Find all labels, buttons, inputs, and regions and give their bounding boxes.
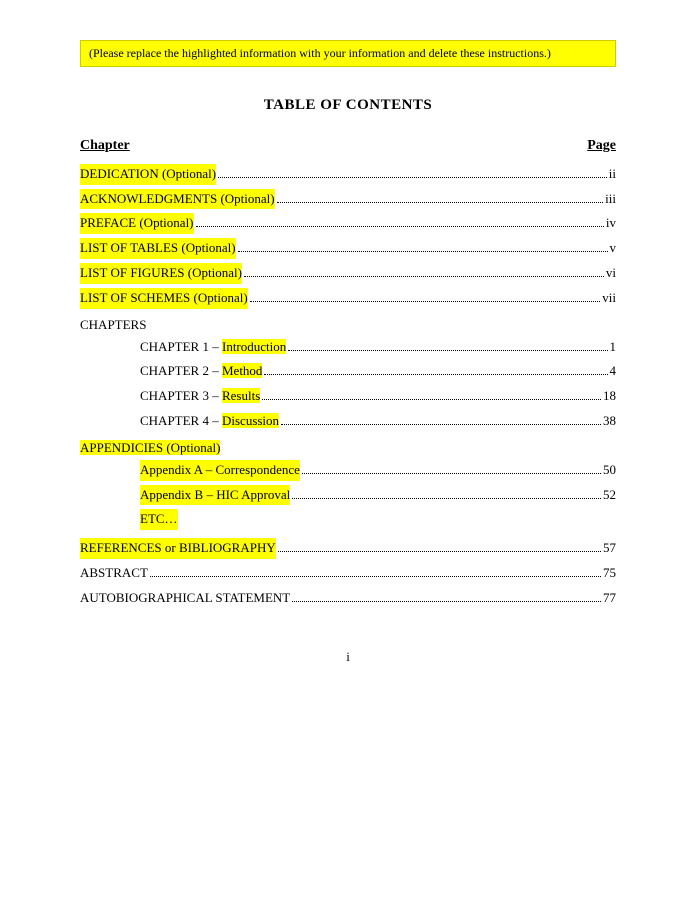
chapter1-highlight: Introduction [222, 339, 286, 354]
dedication-dots [218, 177, 607, 178]
chapter3-highlight: Results [222, 388, 260, 403]
instruction-banner: (Please replace the highlighted informat… [80, 40, 616, 67]
dedication-text: DEDICATION (Optional) [80, 164, 216, 185]
backmatter-section: REFERENCES or BIBLIOGRAPHY 57 ABSTRACT 7… [80, 538, 616, 608]
toc-entry-chapter4: CHAPTER 4 – Discussion 38 [80, 411, 616, 432]
toc-entry-etc: ETC… [80, 509, 616, 530]
chapter3-page: 18 [603, 386, 616, 407]
chapter4-text: CHAPTER 4 – Discussion [140, 411, 279, 432]
chapter2-dots [264, 374, 607, 375]
footer-page-number: i [346, 649, 350, 664]
toc-entry-autobiographical: AUTOBIOGRAPHICAL STATEMENT 77 [80, 588, 616, 609]
acknowledgments-page: iii [605, 189, 616, 210]
references-text: REFERENCES or BIBLIOGRAPHY [80, 538, 276, 559]
appendix-a-dots [302, 473, 601, 474]
appendix-a-text: Appendix A – Correspondence [140, 460, 300, 481]
etc-text: ETC… [140, 509, 178, 530]
list-figures-text: LIST OF FIGURES (Optional) [80, 263, 242, 284]
references-dots [278, 551, 601, 552]
chapter2-text: CHAPTER 2 – Method [140, 361, 262, 382]
toc-entry-list-figures: LIST OF FIGURES (Optional) vi [80, 263, 616, 284]
abstract-text: ABSTRACT [80, 563, 148, 584]
chapter3-text: CHAPTER 3 – Results [140, 386, 260, 407]
toc-entry-list-schemes: LIST OF SCHEMES (Optional) vii [80, 288, 616, 309]
appendix-b-page: 52 [603, 485, 616, 506]
preface-dots [196, 226, 604, 227]
toc-entry-chapter3: CHAPTER 3 – Results 18 [80, 386, 616, 407]
chapter4-highlight: Discussion [222, 413, 279, 428]
chapter2-highlight: Method [222, 363, 262, 378]
autobiographical-dots [292, 601, 601, 602]
frontmatter-section: DEDICATION (Optional) ii ACKNOWLEDGMENTS… [80, 164, 616, 309]
abstract-page: 75 [603, 563, 616, 584]
chapter1-dots [288, 350, 607, 351]
list-tables-page: v [610, 238, 617, 259]
chapters-section: CHAPTERS CHAPTER 1 – Introduction 1 CHAP… [80, 317, 616, 432]
toc-entry-appendix-a: Appendix A – Correspondence 50 [80, 460, 616, 481]
acknowledgments-text: ACKNOWLEDGMENTS (Optional) [80, 189, 275, 210]
appendices-label: APPENDICIES (Optional) [80, 440, 616, 456]
list-tables-dots [238, 251, 608, 252]
page: (Please replace the highlighted informat… [0, 0, 696, 900]
page-header: Page [587, 138, 616, 154]
chapter1-page: 1 [610, 337, 617, 358]
list-schemes-text: LIST OF SCHEMES (Optional) [80, 288, 248, 309]
autobiographical-text: AUTOBIOGRAPHICAL STATEMENT [80, 588, 290, 609]
dedication-page: ii [609, 164, 616, 185]
toc-entry-abstract: ABSTRACT 75 [80, 563, 616, 584]
page-footer: i [80, 649, 616, 665]
acknowledgments-dots [277, 202, 604, 203]
toc-entry-dedication: DEDICATION (Optional) ii [80, 164, 616, 185]
appendix-b-dots [292, 498, 601, 499]
chapter3-dots [262, 399, 601, 400]
toc-column-headers: Chapter Page [80, 138, 616, 154]
chapters-label: CHAPTERS [80, 317, 616, 333]
appendix-b-text: Appendix B – HIC Approval [140, 485, 290, 506]
toc-entry-references: REFERENCES or BIBLIOGRAPHY 57 [80, 538, 616, 559]
chapter2-page: 4 [610, 361, 617, 382]
toc-entry-appendix-b: Appendix B – HIC Approval 52 [80, 485, 616, 506]
list-figures-page: vi [606, 263, 616, 284]
chapter1-text: CHAPTER 1 – Introduction [140, 337, 286, 358]
list-figures-dots [244, 276, 604, 277]
chapter4-dots [281, 424, 601, 425]
toc-entry-chapter2: CHAPTER 2 – Method 4 [80, 361, 616, 382]
preface-page: iv [606, 213, 616, 234]
chapter-header: Chapter [80, 138, 130, 154]
preface-text: PREFACE (Optional) [80, 213, 194, 234]
list-schemes-dots [250, 301, 601, 302]
chapter4-page: 38 [603, 411, 616, 432]
autobiographical-page: 77 [603, 588, 616, 609]
toc-entry-preface: PREFACE (Optional) iv [80, 213, 616, 234]
list-schemes-page: vii [602, 288, 616, 309]
appendices-section: APPENDICIES (Optional) Appendix A – Corr… [80, 440, 616, 530]
toc-title: TABLE OF CONTENTS [80, 97, 616, 114]
list-tables-text: LIST OF TABLES (Optional) [80, 238, 236, 259]
instruction-text: (Please replace the highlighted informat… [89, 46, 551, 60]
references-page: 57 [603, 538, 616, 559]
toc-entry-list-tables: LIST OF TABLES (Optional) v [80, 238, 616, 259]
appendices-label-text: APPENDICIES (Optional) [80, 440, 220, 455]
toc-entry-acknowledgments: ACKNOWLEDGMENTS (Optional) iii [80, 189, 616, 210]
toc-entry-chapter1: CHAPTER 1 – Introduction 1 [80, 337, 616, 358]
abstract-dots [150, 576, 601, 577]
appendix-a-page: 50 [603, 460, 616, 481]
